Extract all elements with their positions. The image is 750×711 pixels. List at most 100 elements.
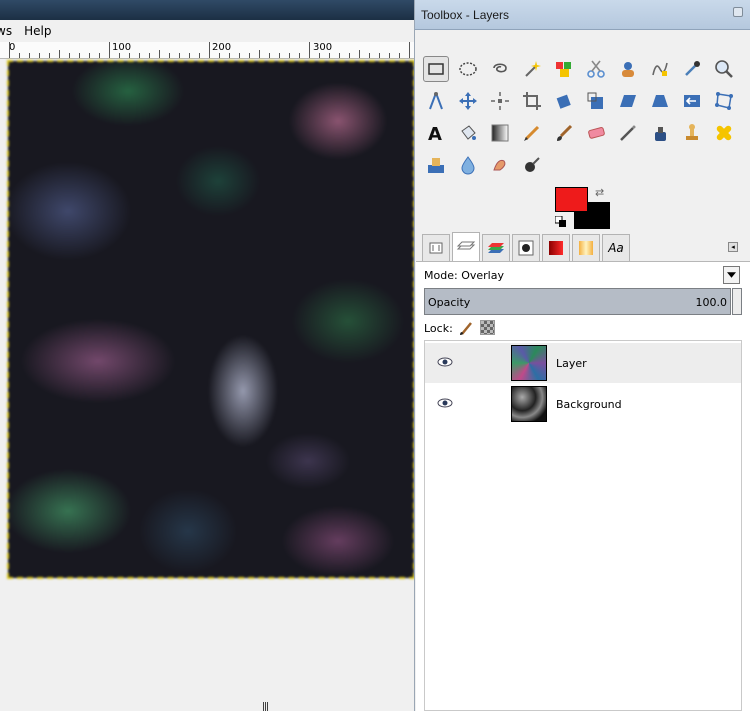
tab-fonts[interactable]: Aa: [602, 234, 630, 261]
layer-row[interactable]: Layer: [425, 343, 741, 383]
tab-gradients[interactable]: [572, 234, 600, 261]
ruler-tick: [199, 53, 200, 58]
menu-help[interactable]: Help: [18, 20, 57, 42]
tab-layers[interactable]: [452, 232, 480, 261]
eye-icon[interactable]: [437, 356, 453, 368]
lock-alpha-icon[interactable]: [480, 320, 495, 335]
eyedropper-icon[interactable]: [679, 56, 705, 82]
ruler-tick: [109, 42, 110, 58]
align-icon[interactable]: [487, 88, 513, 114]
scale-icon[interactable]: [583, 88, 609, 114]
ruler-tick: [319, 53, 320, 58]
compass-icon[interactable]: [423, 88, 449, 114]
magnifier-icon[interactable]: [711, 56, 737, 82]
dock-titlebar[interactable]: Toolbox - Layers: [415, 0, 750, 30]
mode-selector[interactable]: Mode: Overlay: [424, 269, 504, 282]
ruler-tick: [99, 53, 100, 58]
default-colors-icon[interactable]: [554, 215, 567, 228]
ruler-tick: [149, 53, 150, 58]
opacity-spin-buttons[interactable]: [732, 288, 742, 315]
opacity-label: Opacity: [428, 296, 471, 309]
perspective-icon[interactable]: [647, 88, 673, 114]
dock-title: Toolbox - Layers: [421, 8, 510, 22]
scroll-grip[interactable]: |||: [262, 702, 269, 711]
opacity-slider[interactable]: Opacity 100.0: [424, 288, 731, 315]
flip-icon[interactable]: [679, 88, 705, 114]
fonts-tab-label: Aa: [608, 241, 624, 255]
brush-icon[interactable]: [551, 120, 577, 146]
mode-label: Mode:: [424, 269, 458, 282]
mode-dropdown-button[interactable]: [723, 266, 740, 284]
ellipse-select-icon[interactable]: [455, 56, 481, 82]
toolbox-layers-dock: Toolbox - Layers A ⇄ Aa ◂ Mode: Overlay …: [414, 0, 750, 711]
image-canvas[interactable]: [7, 60, 414, 579]
menu-windows[interactable]: ws: [0, 20, 18, 42]
foreground-select-icon[interactable]: [615, 56, 641, 82]
clone-stamp-icon[interactable]: [679, 120, 705, 146]
text-icon[interactable]: A: [423, 120, 449, 146]
ink-icon[interactable]: [647, 120, 673, 146]
ruler-tick: [119, 53, 120, 58]
gradient-swatch-icon: [549, 241, 563, 255]
magic-wand-icon[interactable]: [519, 56, 545, 82]
ruler-tick: [299, 53, 300, 58]
ruler-tick: [129, 53, 130, 58]
ruler-tick: [329, 53, 330, 58]
horizontal-ruler[interactable]: 0 100 200 300: [0, 42, 414, 59]
tab-channels[interactable]: [482, 234, 510, 261]
eraser-icon[interactable]: [583, 120, 609, 146]
airbrush-icon[interactable]: [615, 120, 641, 146]
smudge-icon[interactable]: [487, 152, 513, 178]
blur-icon[interactable]: [455, 152, 481, 178]
rotate-icon[interactable]: [551, 88, 577, 114]
foreground-color-swatch[interactable]: [555, 187, 588, 212]
tab-tool-options[interactable]: [422, 234, 450, 261]
rect-select-icon[interactable]: [423, 56, 449, 82]
channels-icon: [488, 243, 504, 253]
image-window-titlebar: [0, 0, 414, 20]
layer-row[interactable]: Background: [425, 384, 741, 424]
ruler-tick: [259, 50, 260, 58]
ruler-tick: [219, 53, 220, 58]
lock-pixels-icon[interactable]: [458, 320, 474, 336]
tab-patterns[interactable]: [542, 234, 570, 261]
tool-options-icon: [429, 242, 443, 254]
gradient-icon[interactable]: [487, 120, 513, 146]
ruler-tick: [169, 53, 170, 58]
paths-icon[interactable]: [647, 56, 673, 82]
color-select-icon[interactable]: [551, 56, 577, 82]
tab-brushes[interactable]: [512, 234, 540, 261]
ruler-tick: [359, 50, 360, 58]
dodge-burn-icon[interactable]: [519, 152, 545, 178]
eye-icon[interactable]: [437, 397, 453, 409]
swap-colors-icon[interactable]: ⇄: [595, 186, 604, 199]
image-window: ws Help 0 100 200 300 |||: [0, 0, 414, 711]
pencil-icon[interactable]: [519, 120, 545, 146]
lasso-icon[interactable]: [487, 56, 513, 82]
ruler-tick: [389, 53, 390, 58]
tab-menu-button[interactable]: ◂: [728, 242, 738, 252]
bucket-icon[interactable]: [455, 120, 481, 146]
crop-icon[interactable]: [519, 88, 545, 114]
layers-icon: [456, 241, 476, 250]
ruler-tick: [239, 53, 240, 58]
ruler-tick: [79, 53, 80, 58]
ruler-tick: [409, 42, 410, 58]
ruler-tick: [189, 53, 190, 58]
ruler-tick: [379, 53, 380, 58]
layer-thumbnail: [511, 386, 547, 422]
move-icon[interactable]: [455, 88, 481, 114]
dock-tab-strip: Aa ◂: [416, 232, 750, 262]
shear-icon[interactable]: [615, 88, 641, 114]
scissors-icon[interactable]: [583, 56, 609, 82]
ruler-tick: [369, 53, 370, 58]
perspective-clone-icon[interactable]: [423, 152, 449, 178]
dock-close-button[interactable]: [733, 7, 743, 17]
ruler-tick: [399, 53, 400, 58]
ruler-label-100: 100: [112, 42, 132, 53]
ruler-tick: [9, 42, 10, 58]
ruler-tick: [279, 53, 280, 58]
heal-icon[interactable]: [711, 120, 737, 146]
cage-icon[interactable]: [711, 88, 737, 114]
ruler-tick: [69, 53, 70, 58]
